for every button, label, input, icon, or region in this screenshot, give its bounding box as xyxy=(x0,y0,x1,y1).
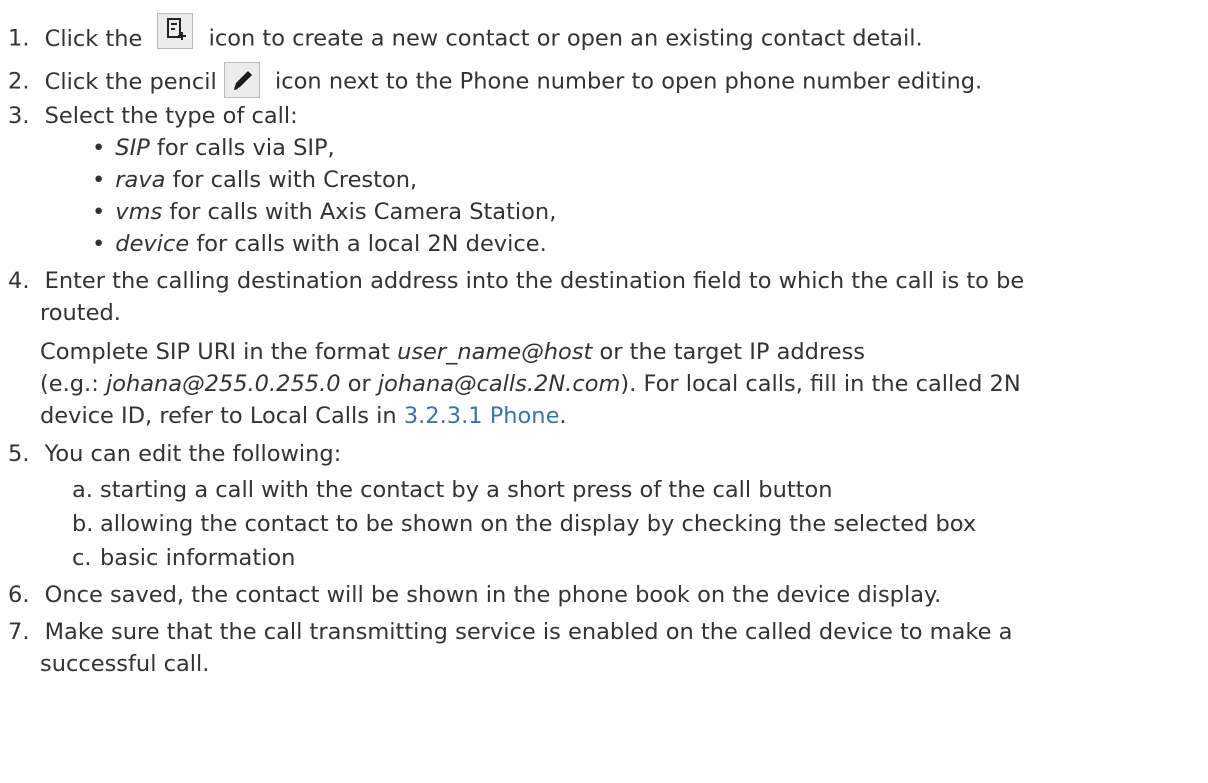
bullet: • xyxy=(92,199,106,225)
step-text: You can edit the following: xyxy=(44,441,342,467)
step-4: 4. Enter the calling destination address… xyxy=(8,265,1024,297)
ip-example: johana@255.0.255.0 xyxy=(105,371,341,397)
option-text: allowing the contact to be shown on the … xyxy=(100,511,977,537)
step-7: 7. Make sure that the call transmitting … xyxy=(8,616,1012,648)
step-number: 5. xyxy=(8,441,30,467)
call-type-term: rava xyxy=(115,167,166,193)
step-number: 1. xyxy=(8,25,30,52)
step-text: Click the xyxy=(44,25,150,52)
step-4-detail-line-2: (e.g.: johana@255.0.255.0 or johana@call… xyxy=(40,368,1021,400)
detail-text: or the target IP address xyxy=(592,339,866,365)
option-text: starting a call with the contact by a sh… xyxy=(100,477,833,503)
step-number: 3. xyxy=(8,103,30,129)
step-2: 2. Click the pencil icon next to the Pho… xyxy=(8,62,983,100)
step-number: 2. xyxy=(8,68,30,95)
step-number: 6. xyxy=(8,582,30,608)
detail-text: or xyxy=(340,371,378,397)
step-text: Once saved, the contact will be shown in… xyxy=(44,582,942,608)
detail-text: (e.g.: xyxy=(40,371,106,397)
call-type-term: device xyxy=(115,231,190,257)
edit-option-item: a. starting a call with the contact by a … xyxy=(72,474,833,506)
call-type-item: • vms for calls with Axis Camera Station, xyxy=(92,196,556,228)
call-type-item: • device for calls with a local 2N device… xyxy=(92,228,547,260)
detail-text: ). For local calls, fill in the called 2… xyxy=(620,371,1021,397)
phone-section-link[interactable]: 3.2.3.1 Phone xyxy=(404,403,560,429)
call-type-item: • rava for calls with Creston, xyxy=(92,164,417,196)
bullet: • xyxy=(92,167,106,193)
step-text: Enter the calling destination address in… xyxy=(44,268,1025,294)
step-6: 6. Once saved, the contact will be shown… xyxy=(8,579,941,611)
step-text: Select the type of call: xyxy=(44,103,298,129)
step-number: 4. xyxy=(8,268,30,294)
format-example: user_name@host xyxy=(397,339,593,365)
step-text: icon next to the Phone number to open ph… xyxy=(275,68,983,95)
step-3: 3. Select the type of call: xyxy=(8,100,298,132)
call-type-term: SIP xyxy=(115,135,150,161)
step-text: Make sure that the call transmitting ser… xyxy=(44,619,1013,645)
call-type-item: • SIP for calls via SIP, xyxy=(92,132,335,164)
call-type-desc: for calls with Axis Camera Station, xyxy=(162,199,557,225)
bullet: • xyxy=(92,135,106,161)
call-type-desc: for calls with a local 2N device. xyxy=(189,231,547,257)
option-letter: c. xyxy=(72,545,92,571)
call-type-desc: for calls via SIP, xyxy=(149,135,335,161)
edit-option-item: c. basic information xyxy=(72,542,295,574)
step-4-detail-line-3: device ID, refer to Local Calls in 3.2.3… xyxy=(40,400,567,432)
option-text: basic information xyxy=(100,545,296,571)
detail-text: device ID, refer to Local Calls in xyxy=(40,403,404,429)
step-7-continued: successful call. xyxy=(40,651,210,677)
detail-text: . xyxy=(559,403,567,429)
call-type-term: vms xyxy=(115,199,163,225)
option-letter: a. xyxy=(72,477,93,503)
step-number: 7. xyxy=(8,619,30,645)
step-1: 1. Click the icon to create a new contac… xyxy=(8,13,923,57)
edit-option-item: b. allowing the contact to be shown on th… xyxy=(72,508,976,540)
domain-example: johana@calls.2N.com xyxy=(377,371,621,397)
pencil-icon xyxy=(223,62,260,98)
step-text: Click the pencil xyxy=(44,68,224,95)
step-4-continued: routed. xyxy=(40,300,121,326)
call-type-desc: for calls with Creston, xyxy=(165,167,418,193)
step-text: icon to create a new contact or open an … xyxy=(208,25,923,52)
option-letter: b. xyxy=(72,511,94,537)
detail-text: Complete SIP URI in the format xyxy=(40,339,398,365)
step-4-detail-line-1: Complete SIP URI in the format user_name… xyxy=(40,336,865,368)
bullet: • xyxy=(92,231,106,257)
step-5: 5. You can edit the following: xyxy=(8,438,341,470)
add-contact-icon xyxy=(157,13,194,49)
